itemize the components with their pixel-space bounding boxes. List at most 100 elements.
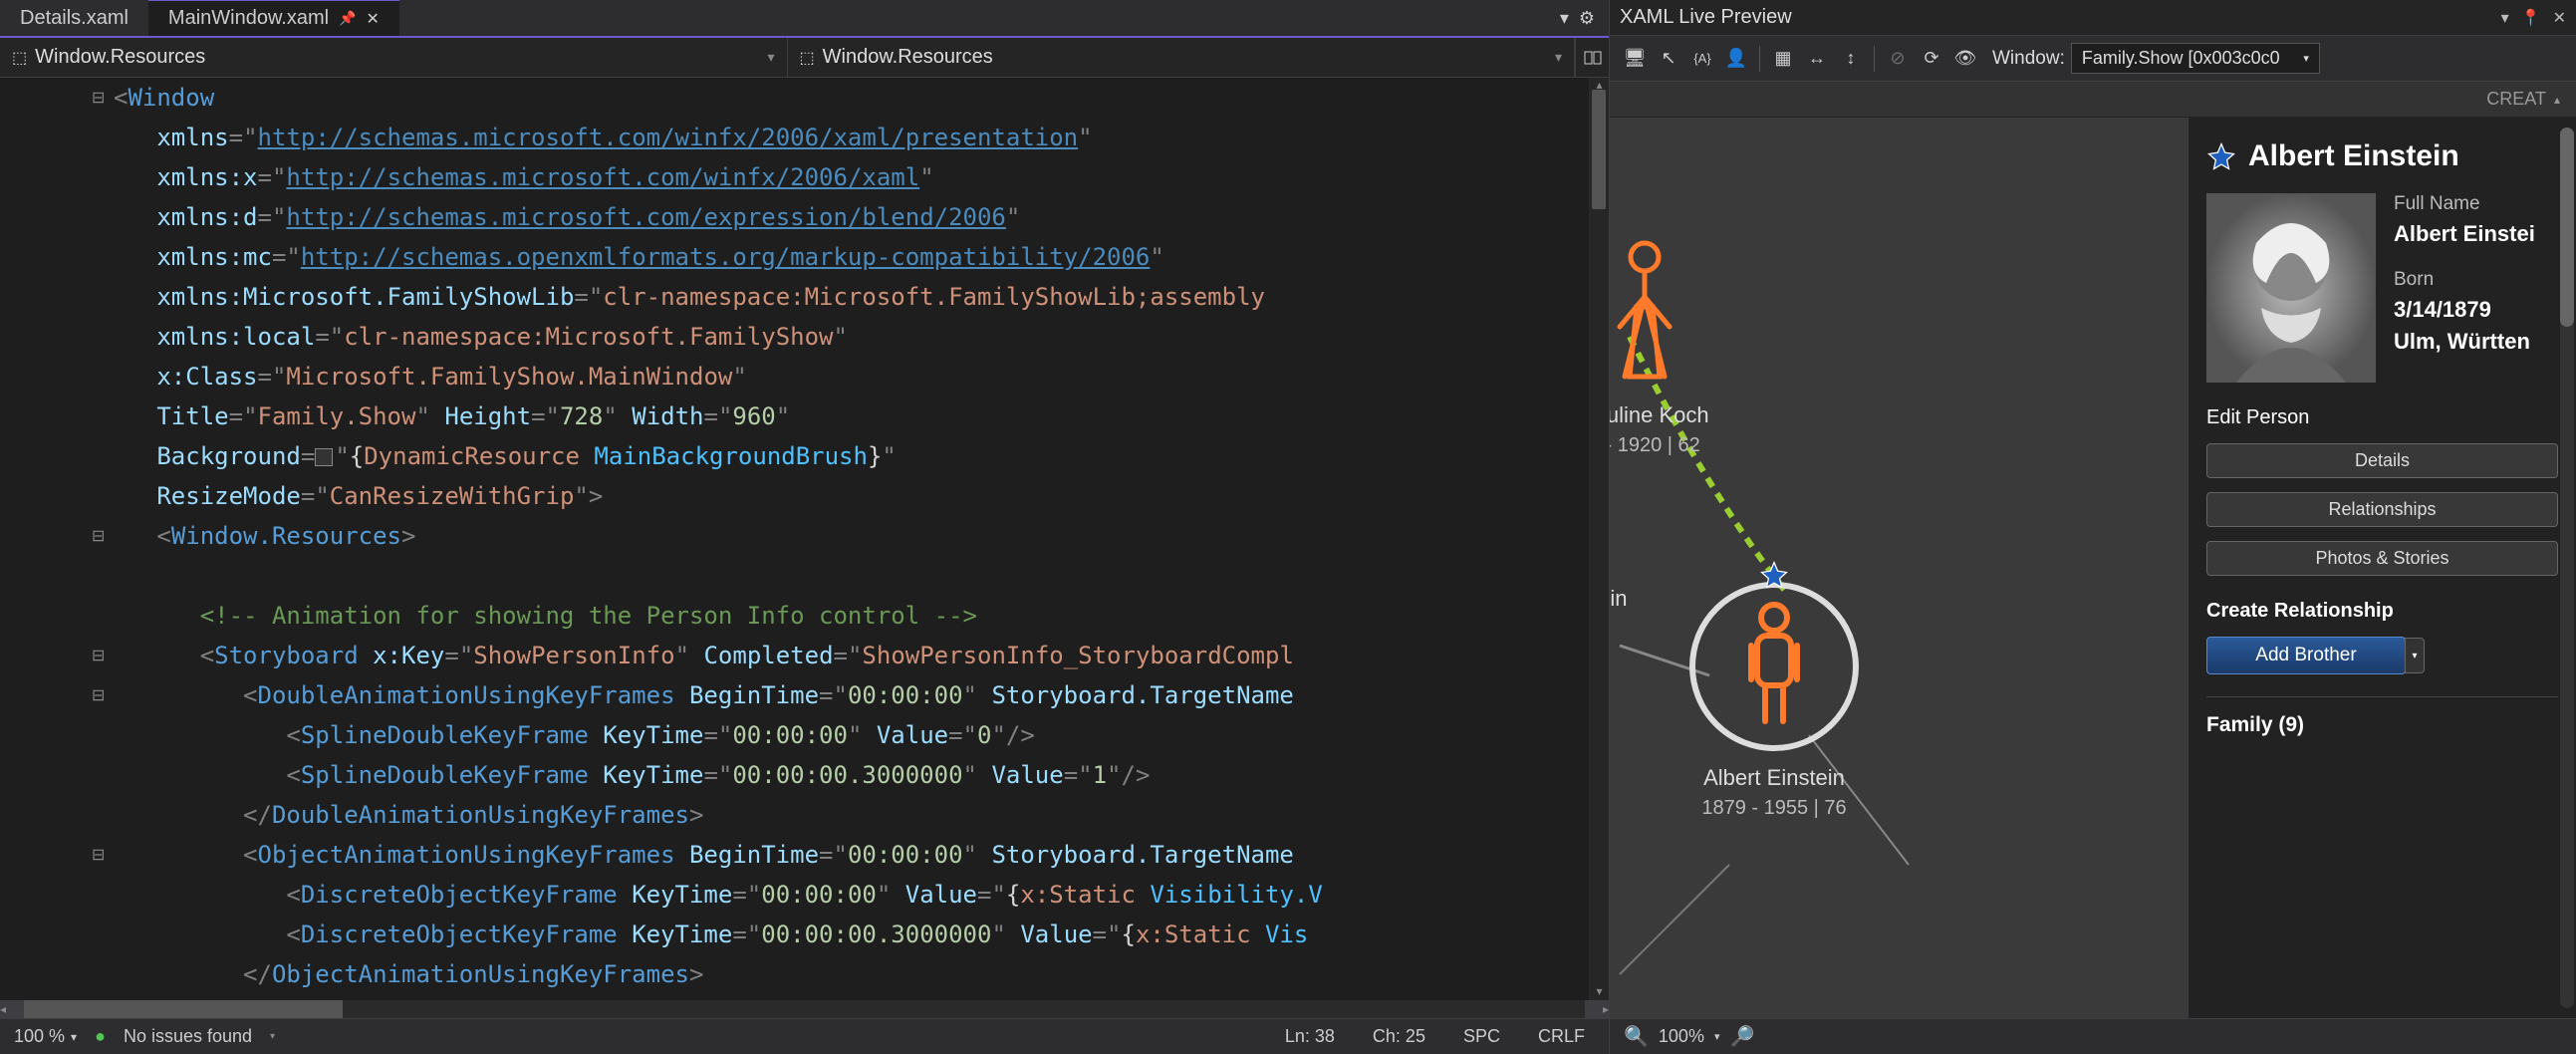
pin-icon[interactable]: 📌 [339, 10, 356, 27]
edit-person-label: Edit Person [2206, 406, 2558, 429]
add-brother-button[interactable]: Add Brother ▾ [2206, 637, 2406, 674]
chevron-down-icon: ▾ [270, 1031, 275, 1042]
person-name-header: Albert Einstein [2206, 139, 2558, 173]
preview-header-strip: CREAT ▴ [1610, 82, 2576, 118]
preview-canvas[interactable]: Pauline Koch 8 - 1920 | 62 …tein | 70 [1610, 118, 2188, 1018]
preview-toolbar: 🖥↖{A}👤 ▦↔↕ ⊘⟳👁 Window: Family.Show [0x003c… [1610, 36, 2576, 82]
tab-details[interactable]: Details.xaml [0, 0, 148, 36]
display-icon[interactable]: 🖥 [1620, 44, 1650, 74]
code-line[interactable]: <DiscreteObjectKeyFrame KeyTime="00:00:0… [114, 915, 1589, 954]
char-indicator[interactable]: Ch: 25 [1363, 1026, 1435, 1047]
code-line[interactable]: Background="{DynamicResource MainBackgro… [114, 436, 1589, 476]
code-line[interactable]: <Storyboard x:Key="ShowPersonInfo" Compl… [114, 636, 1589, 675]
star-icon [2206, 141, 2236, 171]
fold-toggle-icon[interactable]: ⊟ [92, 88, 105, 108]
chevron-down-icon[interactable]: ▾ [2405, 638, 2425, 673]
code-line[interactable]: <DoubleAnimationUsingKeyFrames BeginTime… [114, 675, 1589, 715]
details-button[interactable]: Details [2206, 443, 2558, 478]
code-line[interactable]: xmlns:mc="http://schemas.openxmlformats.… [114, 237, 1589, 277]
breadcrumb-bar: ⬚ Window.Resources ▾ ⬚ Window.Resources … [0, 38, 1609, 78]
born-label: Born [2394, 269, 2558, 291]
chevron-down-icon[interactable]: ▾ [1555, 49, 1562, 66]
chevron-down-icon[interactable]: ▾ [2501, 8, 2509, 28]
fold-toggle-icon[interactable]: ⊟ [92, 646, 105, 665]
code-line[interactable]: <Window [114, 78, 1589, 118]
female-figure-icon [1610, 237, 1694, 396]
chevron-down-icon[interactable]: ▾ [1714, 1030, 1720, 1043]
line-indicator[interactable]: Ln: 38 [1275, 1026, 1345, 1047]
fold-toggle-icon[interactable]: ⊟ [92, 526, 105, 546]
code-line[interactable]: <DiscreteObjectKeyFrame KeyTime="00:00:0… [114, 875, 1589, 915]
horizontal-scrollbar[interactable]: ◂ ▸ [0, 1000, 1609, 1018]
chevron-down-icon[interactable]: ▾ [767, 49, 774, 66]
gutter: ⊟ ⊟ ⊟ ⊟ ⊟ [0, 78, 110, 1000]
breadcrumb-left[interactable]: ⬚ Window.Resources ▾ [0, 38, 788, 77]
fold-toggle-icon[interactable]: ⊟ [92, 845, 105, 865]
code-line[interactable] [114, 556, 1589, 596]
window-label: Window: [1992, 48, 2065, 70]
check-circle-icon: ● [95, 1026, 106, 1047]
relationships-button[interactable]: Relationships [2206, 492, 2558, 527]
code-line[interactable]: xmlns:local="clr-namespace:Microsoft.Fam… [114, 317, 1589, 357]
tab-label: Details.xaml [20, 7, 129, 30]
code-line[interactable]: <ObjectAnimationUsingKeyFrames BeginTime… [114, 835, 1589, 875]
cursor-icon[interactable]: ↖ [1654, 44, 1683, 74]
indent-mode[interactable]: SPC [1453, 1026, 1510, 1047]
person-portrait[interactable] [2206, 193, 2376, 383]
close-icon[interactable]: ✕ [367, 9, 380, 29]
person-detail-panel: Albert Einstein [2188, 118, 2576, 1018]
layout-icon[interactable]: ▦ [1768, 44, 1798, 74]
person-icon[interactable]: 👤 [1721, 44, 1751, 74]
chevron-down-icon[interactable]: ▾ [71, 1030, 77, 1044]
code-line[interactable]: x:Class="Microsoft.FamilyShow.MainWindow… [114, 357, 1589, 396]
code-line[interactable]: </ObjectAnimationUsingKeyFrames> [114, 954, 1589, 994]
window-selector[interactable]: Family.Show [0x003c0c0 ▾ [2071, 43, 2320, 74]
zoom-in-icon[interactable]: 🔎 [1729, 1024, 1754, 1049]
tree-node-pauline[interactable]: Pauline Koch 8 - 1920 | 62 [1610, 237, 1709, 457]
tab-mainwindow[interactable]: MainWindow.xaml 📌 ✕ [148, 0, 399, 36]
tree-node-albert[interactable]: Albert Einstein 1879 - 1955 | 76 [1689, 546, 1859, 820]
ruler-v-icon[interactable]: ↕ [1836, 44, 1866, 74]
family-section-header[interactable]: Family (9) [2206, 696, 2558, 737]
tree-node-partial[interactable]: …tein | 70 [1610, 586, 1627, 641]
chevron-down-icon[interactable]: ▾ [1560, 8, 1569, 29]
scroll-thumb[interactable] [1592, 90, 1606, 209]
panel-title: XAML Live Preview [1620, 6, 1792, 29]
code-line[interactable]: <SplineDoubleKeyFrame KeyTime="00:00:00.… [114, 755, 1589, 795]
disabled-icon[interactable]: ⊘ [1883, 44, 1913, 74]
code-line[interactable]: xmlns:x="http://schemas.microsoft.com/wi… [114, 157, 1589, 197]
fold-toggle-icon[interactable]: ⊟ [92, 685, 105, 705]
code-line[interactable]: xmlns="http://schemas.microsoft.com/winf… [114, 118, 1589, 157]
breadcrumb-right[interactable]: ⬚ Window.Resources ▾ [788, 38, 1576, 77]
split-vertical-icon[interactable] [1575, 38, 1609, 77]
code-line[interactable]: <!-- Animation for showing the Person In… [114, 596, 1589, 636]
zoom-out-icon[interactable]: 🔍 [1624, 1024, 1649, 1049]
namespace-icon: ⬚ [800, 48, 815, 68]
vertical-scrollbar[interactable] [2560, 128, 2574, 1008]
male-figure-icon [1729, 602, 1819, 731]
line-ending[interactable]: CRLF [1528, 1026, 1595, 1047]
code-line[interactable]: </DoubleAnimationUsingKeyFrames> [114, 795, 1589, 835]
gear-icon[interactable]: ⚙ [1579, 8, 1595, 29]
scroll-down-icon[interactable]: ▾ [1590, 984, 1609, 998]
code-editor[interactable]: ⊟ ⊟ ⊟ ⊟ ⊟ <Window xmlns="http://schemas.micr… [0, 78, 1609, 1000]
zoom-control[interactable]: 100 % ▾ [14, 1026, 77, 1047]
braces-icon[interactable]: {A} [1687, 44, 1717, 74]
photos-stories-button[interactable]: Photos & Stories [2206, 541, 2558, 576]
code-line[interactable]: xmlns:Microsoft.FamilyShowLib="clr-names… [114, 277, 1589, 317]
preview-status-bar: 🔍 100% ▾ 🔎 [1610, 1018, 2576, 1054]
ruler-h-icon[interactable]: ↔ [1802, 44, 1832, 74]
pin-icon[interactable]: 📍 [2521, 8, 2541, 28]
eye-icon[interactable]: 👁 [1950, 44, 1980, 74]
code-line[interactable]: xmlns:d="http://schemas.microsoft.com/ex… [114, 197, 1589, 237]
code-line[interactable]: Title="Family.Show" Height="728" Width="… [114, 396, 1589, 436]
chevron-up-icon[interactable]: ▴ [2554, 93, 2560, 107]
scroll-thumb[interactable] [24, 1000, 343, 1018]
refresh-icon[interactable]: ⟳ [1917, 44, 1946, 74]
vertical-scrollbar[interactable]: ▴ ▾ [1589, 78, 1609, 1000]
code-line[interactable]: <SplineDoubleKeyFrame KeyTime="00:00:00"… [114, 715, 1589, 755]
code-line[interactable]: ResizeMode="CanResizeWithGrip"> [114, 476, 1589, 516]
close-icon[interactable]: ✕ [2553, 8, 2566, 28]
code-line[interactable]: <Window.Resources> [114, 516, 1589, 556]
scroll-thumb[interactable] [2560, 128, 2574, 327]
